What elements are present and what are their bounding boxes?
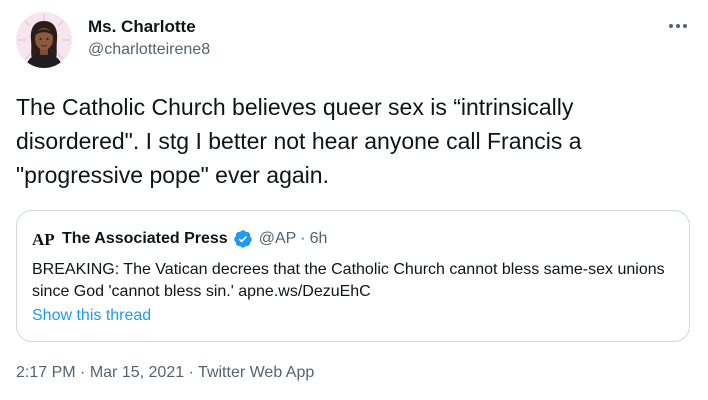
separator-dot: · [300,230,306,247]
quoted-author-display-name[interactable]: The Associated Press [62,230,228,248]
tweet-text: The Catholic Church believes queer sex i… [16,94,588,188]
author-display-name[interactable]: Ms. Charlotte [88,17,196,37]
more-options-icon[interactable] [666,16,690,36]
ap-logo-text: AP [32,230,55,248]
quoted-author-handle[interactable]: @AP [259,230,297,248]
separator-dot: · [80,364,86,381]
more-dot [669,24,673,28]
tweet-source[interactable]: Twitter Web App [198,364,314,381]
verified-badge-icon [233,230,252,248]
show-thread-link[interactable]: Show this thread [32,307,151,325]
quoted-tweet-header: AP The Associated Press @AP · 6h [32,228,327,250]
avatar[interactable] [16,12,72,68]
quoted-tweet-time[interactable]: 6h [310,230,328,248]
separator-dot: · [188,364,194,381]
quoted-tweet-text: BREAKING: The Vatican decrees that the C… [32,261,665,300]
tweet-date[interactable]: Mar 15, 2021 [90,364,184,381]
more-dot [676,24,680,28]
tweet-time[interactable]: 2:17 PM [16,364,76,381]
ap-logo[interactable]: AP [32,230,56,248]
tweet-metadata: 2:17 PM · Mar 15, 2021 · Twitter Web App [16,364,314,382]
author-handle[interactable]: @charlotteirene8 [88,41,210,59]
more-dot [683,24,687,28]
avatar-illustration [16,12,72,68]
quoted-tweet-card[interactable]: AP The Associated Press @AP · 6h BREAKIN… [16,210,690,342]
